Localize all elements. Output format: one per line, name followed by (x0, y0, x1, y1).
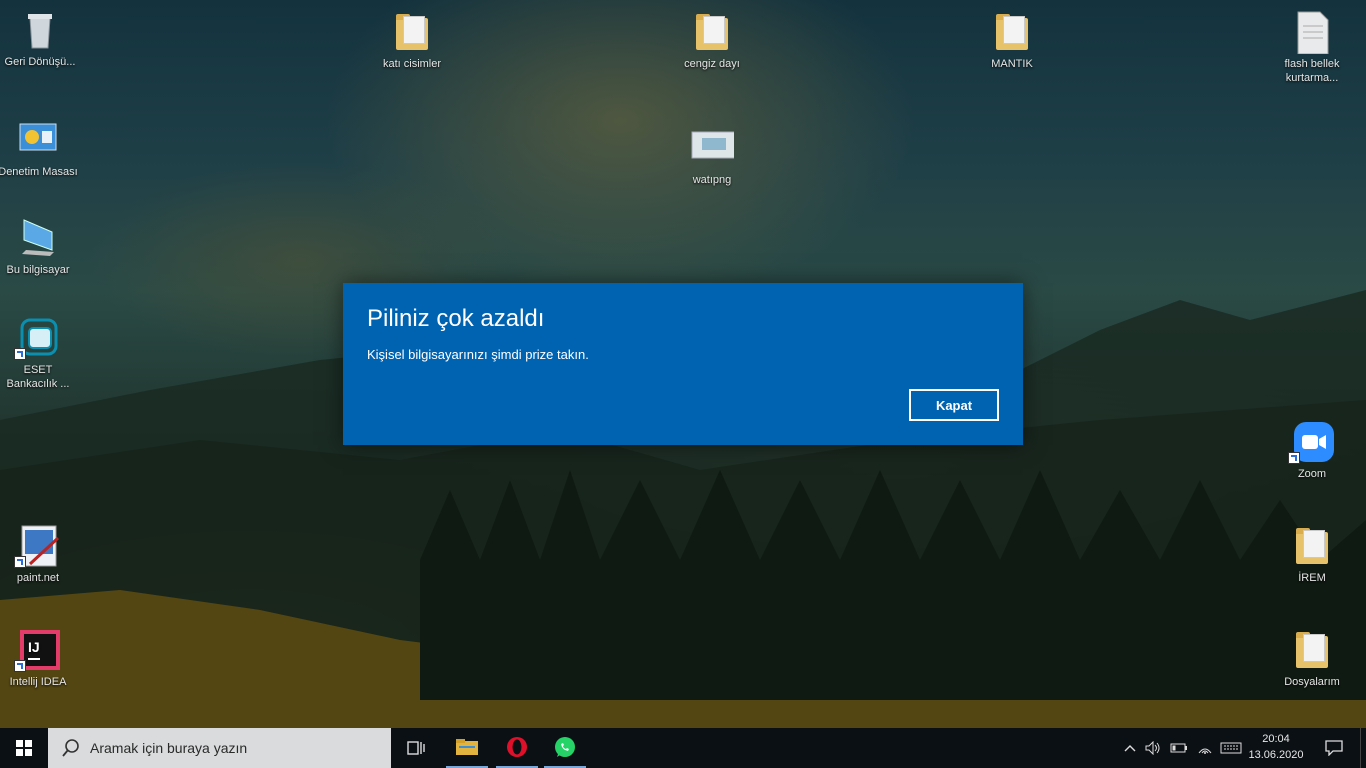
desktop-icon-mantik[interactable]: MANTIK (972, 10, 1052, 71)
desktop-icon-paint-net[interactable]: paint.net (0, 524, 78, 585)
opera-button[interactable] (496, 728, 538, 768)
icon-label: katı cisimler (382, 58, 442, 70)
icon-label: ESET Bankacılık ... (6, 364, 70, 390)
desktop-icon-kati-cisimler[interactable]: katı cisimler (372, 10, 452, 71)
desktop-icon-flash-bellek[interactable]: flash bellek kurtarma... (1272, 10, 1352, 85)
clock-time: 20:04 (1262, 733, 1290, 745)
icon-label: Zoom (1297, 468, 1327, 480)
icon-label: Intellij IDEA (9, 676, 67, 688)
clock[interactable]: 20:04 13.06.2020 (1246, 731, 1306, 763)
folder-icon (1290, 524, 1334, 568)
start-button[interactable] (0, 728, 48, 768)
whatsapp-icon (555, 737, 575, 757)
file-explorer-button[interactable] (446, 728, 488, 768)
shortcut-arrow-icon (14, 348, 26, 360)
windows-logo-icon (16, 740, 32, 756)
clock-date: 13.06.2020 (1248, 749, 1304, 761)
action-center-button[interactable] (1318, 728, 1350, 768)
volume-button[interactable] (1142, 728, 1164, 768)
show-hidden-icons-button[interactable] (1120, 728, 1140, 768)
battery-icon (1170, 743, 1187, 753)
task-view-icon (407, 741, 425, 755)
control-panel-icon (16, 118, 60, 162)
wifi-icon (1198, 748, 1212, 754)
recycle-bin-icon (18, 8, 62, 52)
folder-icon (390, 10, 434, 54)
chevron-up-icon (1124, 745, 1136, 752)
zoom-icon (1288, 420, 1334, 464)
icon-label: cengiz dayı (684, 58, 740, 70)
desktop-icon-watipng[interactable]: watıpng (672, 126, 752, 187)
taskbar: Aramak için buraya yazın 20:04 13.06.202… (0, 728, 1366, 768)
icon-label: flash bellek kurtarma... (1284, 58, 1340, 84)
document-icon (1290, 10, 1334, 55)
folder-icon (690, 10, 734, 54)
desktop-icon-this-pc[interactable]: Bu bilgisayar (0, 216, 78, 277)
desktop-icon-eset[interactable]: ESET Bankacılık ... (0, 316, 78, 391)
icon-label: Bu bilgisayar (6, 264, 70, 276)
search-placeholder: Aramak için buraya yazın (90, 740, 248, 756)
whatsapp-button[interactable] (544, 728, 586, 768)
icon-label: paint.net (16, 572, 60, 584)
folder-icon (990, 10, 1034, 54)
icon-label: Denetim Masası (0, 166, 78, 178)
paint-net-icon (14, 524, 60, 568)
icon-label: İREM (1298, 572, 1326, 584)
folder-icon (1290, 628, 1334, 672)
keyboard-icon (1220, 742, 1242, 754)
close-button[interactable]: Kapat (909, 389, 999, 421)
shortcut-arrow-icon (14, 556, 26, 568)
desktop: Geri Dönüşü... Denetim Masası Bu bilgisa… (0, 0, 1366, 728)
desktop-icon-dosyalarim[interactable]: Dosyalarım (1272, 628, 1352, 689)
desktop-icon-intellij[interactable]: IJ Intellij IDEA (0, 628, 78, 689)
desktop-icon-irem[interactable]: İREM (1272, 524, 1352, 585)
dialog-title: Piliniz çok azaldı (367, 305, 545, 332)
desktop-icon-zoom[interactable]: Zoom (1272, 420, 1352, 481)
opera-icon (507, 737, 527, 757)
show-desktop-button[interactable] (1360, 728, 1366, 768)
svg-text:IJ: IJ (28, 639, 40, 655)
search-icon (62, 739, 79, 757)
image-file-icon (690, 126, 737, 170)
desktop-icon-recycle-bin[interactable]: Geri Dönüşü... (0, 8, 80, 69)
icon-label: Geri Dönüşü... (4, 56, 76, 68)
computer-icon (16, 216, 60, 260)
eset-icon (14, 316, 60, 360)
desktop-icon-control-panel[interactable]: Denetim Masası (0, 118, 78, 179)
keyboard-button[interactable] (1218, 728, 1244, 768)
low-battery-dialog: Piliniz çok azaldı Kişisel bilgisayarını… (343, 283, 1023, 445)
dialog-message: Kişisel bilgisayarınızı şimdi prize takı… (367, 347, 589, 362)
icon-label: Dosyalarım (1284, 676, 1340, 688)
icon-label: MANTIK (991, 58, 1033, 70)
shortcut-arrow-icon (14, 660, 26, 672)
battery-button[interactable] (1166, 728, 1192, 768)
task-view-button[interactable] (396, 728, 436, 768)
speaker-icon (1145, 741, 1160, 755)
file-explorer-icon (456, 739, 478, 755)
search-box[interactable]: Aramak için buraya yazın (48, 728, 391, 768)
desktop-icon-cengiz-dayi[interactable]: cengiz dayı (672, 10, 752, 71)
intellij-icon: IJ (14, 628, 60, 672)
shortcut-arrow-icon (1288, 452, 1300, 464)
icon-label: watıpng (692, 174, 732, 186)
network-button[interactable] (1194, 728, 1216, 768)
notification-icon (1325, 740, 1343, 756)
